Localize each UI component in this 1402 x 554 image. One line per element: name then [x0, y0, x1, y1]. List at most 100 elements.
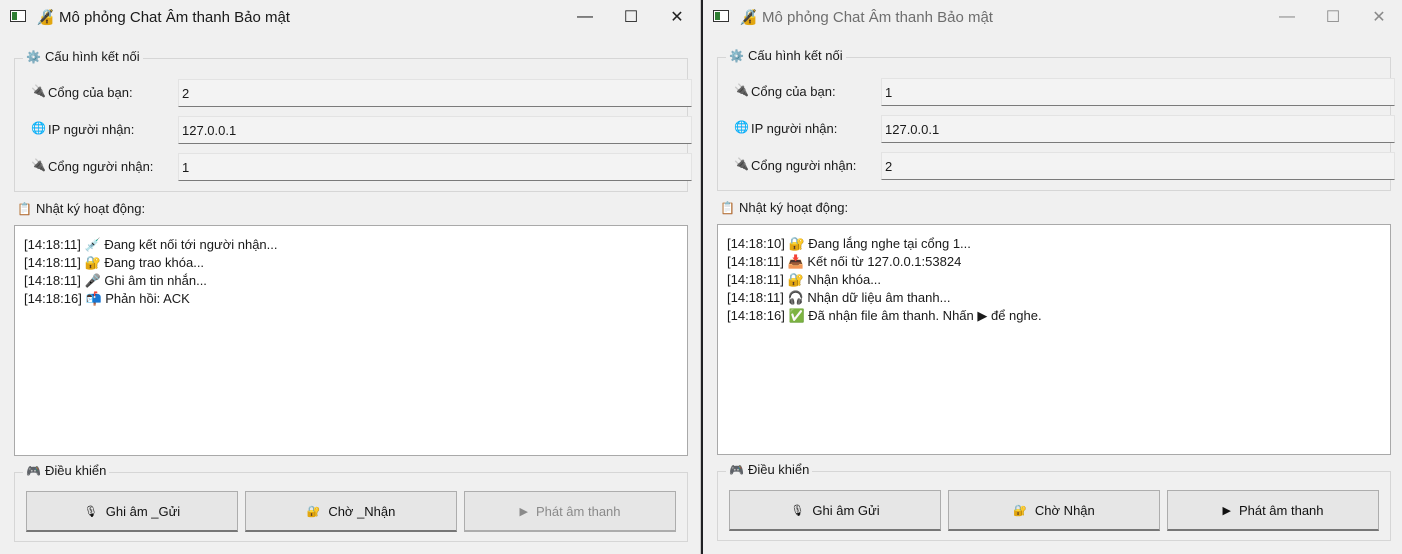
receiver-ip-label: IP người nhận:	[751, 121, 838, 136]
minimize-icon: —	[577, 8, 593, 25]
close-icon: ✕	[670, 9, 684, 26]
lock-icon: 🔐	[306, 505, 321, 518]
close-button[interactable]: ✕	[1356, 0, 1402, 34]
wait-receive-label: Chờ _Nhận	[328, 503, 396, 519]
clipboard-icon: 📋	[17, 202, 32, 216]
record-send-label: Ghi âm Gửi	[812, 502, 880, 518]
app-window-icon	[713, 10, 729, 22]
maximize-icon: ☐	[623, 9, 639, 26]
log-time: [14:18:11]	[24, 255, 81, 270]
close-icon: ✕	[1372, 9, 1386, 26]
log-time: [14:18:16]	[727, 308, 785, 323]
log-text: Đang lắng nghe tại cổng 1...	[808, 236, 971, 251]
log-text: Đã nhận file âm thanh. Nhấn ▶ để nghe.	[808, 308, 1042, 323]
lock-icon: 🔏	[739, 9, 758, 26]
play-icon: ▶	[1222, 504, 1231, 517]
your-port-input[interactable]	[881, 78, 1395, 106]
connection-config-group: ⚙️Cấu hình kết nối 🔌 Cổng của bạn: 🌐 IP …	[717, 48, 1395, 191]
activity-log-title: Nhật ký hoạt động:	[35, 201, 146, 216]
log-time: [14:18:16]	[24, 291, 82, 306]
globe-icon: 🌐	[734, 120, 749, 134]
title-bar[interactable]: 🔏 Mô phỏng Chat Âm thanh Bảo mật — ☐ ✕	[0, 0, 700, 34]
record-send-label: Ghi âm _Gửi	[105, 503, 181, 519]
plug-icon: 🔌	[734, 157, 749, 171]
log-entry: [14:18:11] 🎧 Nhận dữ liệu âm thanh...	[727, 289, 1381, 307]
mailbox-icon: 📬	[85, 291, 102, 306]
play-audio-button[interactable]: ▶ Phát âm thanh	[464, 491, 676, 532]
controls-legend: Điều khiển	[44, 463, 107, 478]
play-audio-label: Phát âm thanh	[535, 503, 621, 519]
receiver-port-label: Cổng người nhận:	[751, 158, 857, 173]
log-text: Đang kết nối tới người nhận...	[104, 237, 278, 252]
config-legend: Cấu hình kết nối	[44, 49, 140, 64]
record-send-button[interactable]: 🎙 Ghi âm Gửi	[729, 490, 941, 531]
log-text: Phản hồi: ACK	[105, 291, 190, 306]
lock-key-icon: 🔐	[84, 255, 101, 270]
maximize-icon: ☐	[1325, 9, 1341, 26]
maximize-button[interactable]: ☐	[608, 0, 654, 34]
gear-icon: ⚙️	[729, 49, 744, 63]
wait-receive-label: Chờ Nhận	[1034, 502, 1095, 518]
log-text: Nhận dữ liệu âm thanh...	[807, 290, 951, 305]
lock-icon: 🔏	[36, 9, 55, 26]
log-entry: [14:18:16] 📬 Phản hồi: ACK	[24, 290, 678, 308]
your-port-label: Cổng của bạn:	[48, 85, 133, 100]
inbox-icon: 📥	[787, 254, 804, 269]
log-text: Ghi âm tin nhắn...	[104, 273, 207, 288]
log-entry: [14:18:11] 🔐 Đang trao khóa...	[24, 254, 678, 272]
minimize-icon: —	[1279, 8, 1295, 25]
log-entry: [14:18:10] 🔐 Đang lắng nghe tại cổng 1..…	[727, 235, 1381, 253]
log-time: [14:18:11]	[727, 272, 784, 287]
log-entry: [14:18:11] 💉 Đang kết nối tới người nhận…	[24, 236, 678, 254]
controls-group: 🎮 Điều khiển 🎙 Ghi âm _Gửi 🔐 Chờ _Nhận ▶ Phá…	[14, 463, 688, 542]
window-title: Mô phỏng Chat Âm thanh Bảo mật	[59, 9, 290, 26]
globe-icon: 🌐	[31, 121, 46, 135]
log-text: Kết nối từ 127.0.0.1:53824	[807, 254, 962, 269]
plug-icon: 🔌	[31, 84, 46, 98]
title-bar[interactable]: 🔏 Mô phỏng Chat Âm thanh Bảo mật — ☐ ✕	[703, 0, 1402, 34]
log-entry: [14:18:11] 🎤 Ghi âm tin nhắn...	[24, 272, 678, 290]
config-legend: Cấu hình kết nối	[747, 48, 843, 63]
controls-group: 🎮 Điều khiển 🎙 Ghi âm Gửi 🔐 Chờ Nhận ▶ Phát …	[717, 462, 1391, 541]
play-audio-button[interactable]: ▶ Phát âm thanh	[1167, 490, 1379, 531]
receiver-ip-input[interactable]	[881, 115, 1395, 143]
app-window-icon	[10, 10, 26, 22]
window-title: Mô phỏng Chat Âm thanh Bảo mật	[762, 9, 993, 26]
activity-log[interactable]: [14:18:11] 💉 Đang kết nối tới người nhận…	[14, 225, 688, 456]
log-time: [14:18:11]	[727, 254, 784, 269]
log-time: [14:18:11]	[24, 237, 81, 252]
receiver-port-input[interactable]	[881, 152, 1395, 180]
receiver-port-input[interactable]	[178, 153, 692, 181]
headphones-icon: 🎧	[787, 290, 804, 305]
log-time: [14:18:11]	[727, 290, 784, 305]
minimize-button[interactable]: —	[562, 0, 608, 34]
wait-receive-button[interactable]: 🔐 Chờ _Nhận	[245, 491, 457, 532]
log-text: Nhận khóa...	[807, 272, 882, 287]
your-port-label: Cổng của bạn:	[751, 84, 836, 99]
log-entry: [14:18:11] 🔐 Nhận khóa...	[727, 271, 1381, 289]
controls-legend: Điều khiển	[747, 462, 810, 477]
clipboard-icon: 📋	[720, 201, 735, 215]
log-entry: [14:18:11] 📥 Kết nối từ 127.0.0.1:53824	[727, 253, 1381, 271]
gamepad-icon: 🎮	[26, 464, 41, 478]
maximize-button[interactable]: ☐	[1310, 0, 1356, 34]
receiver-ip-input[interactable]	[178, 116, 692, 144]
record-send-button[interactable]: 🎙 Ghi âm _Gửi	[26, 491, 238, 532]
log-text: Đang trao khóa...	[104, 255, 205, 270]
close-button[interactable]: ✕	[654, 0, 700, 34]
receiver-ip-label: IP người nhận:	[48, 122, 135, 137]
lock-key-icon: 🔐	[788, 236, 805, 251]
play-audio-label: Phát âm thanh	[1238, 502, 1324, 518]
receiver-port-label: Cổng người nhận:	[48, 159, 154, 174]
check-icon: ✅	[788, 308, 805, 323]
activity-log[interactable]: [14:18:10] 🔐 Đang lắng nghe tại cổng 1..…	[717, 224, 1391, 455]
gear-icon: ⚙️	[26, 50, 41, 64]
gamepad-icon: 🎮	[729, 463, 744, 477]
syringe-icon: 💉	[84, 237, 101, 252]
wait-receive-button[interactable]: 🔐 Chờ Nhận	[948, 490, 1160, 531]
microphone-icon: 🎙	[790, 504, 805, 517]
plug-icon: 🔌	[31, 158, 46, 172]
minimize-button[interactable]: —	[1264, 0, 1310, 34]
log-entry: [14:18:16] ✅ Đã nhận file âm thanh. Nhấn…	[727, 307, 1381, 325]
your-port-input[interactable]	[178, 79, 692, 107]
